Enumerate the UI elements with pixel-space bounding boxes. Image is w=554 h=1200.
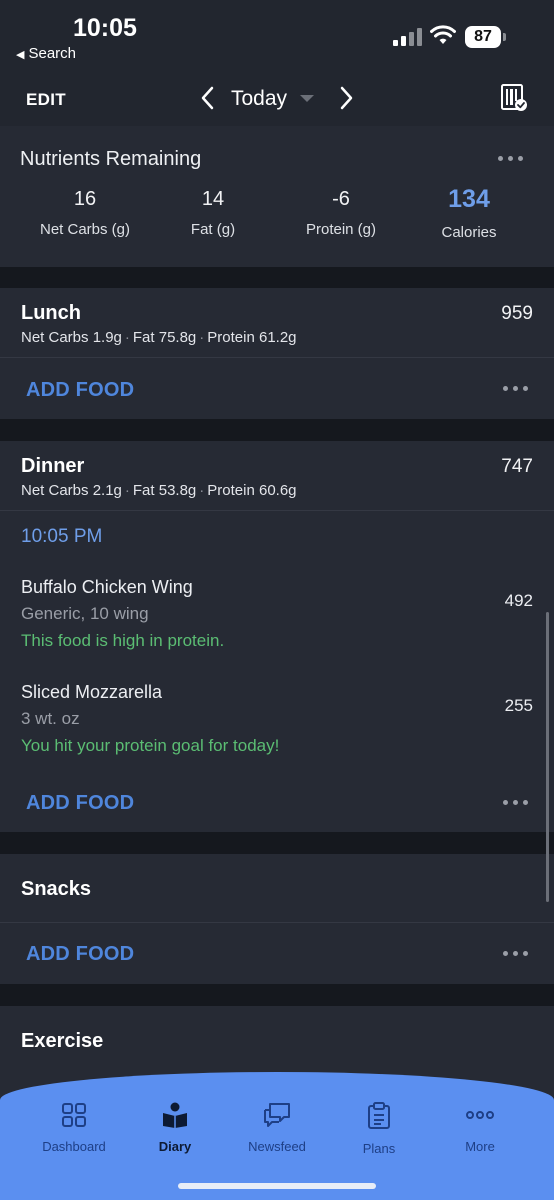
protein-value: -6 bbox=[332, 188, 350, 210]
diary-header: EDIT Today bbox=[0, 72, 554, 126]
dinner-protein: Protein 60.6g bbox=[207, 482, 297, 499]
dinner-divider bbox=[0, 510, 554, 511]
lunch-card: Lunch 959 Net Carbs 1.9g · Fat 75.8g · Prote… bbox=[0, 288, 554, 419]
fat-label: Fat (g) bbox=[190, 221, 236, 238]
food-calories: 255 bbox=[504, 696, 533, 715]
barcode-scan-icon[interactable] bbox=[500, 83, 528, 113]
chevron-right-icon[interactable] bbox=[336, 84, 356, 112]
chevron-left-icon[interactable] bbox=[198, 84, 218, 112]
snacks-more-icon[interactable] bbox=[503, 951, 528, 956]
dinner-more-icon[interactable] bbox=[503, 800, 528, 805]
snacks-divider bbox=[0, 922, 554, 923]
lunch-divider bbox=[0, 357, 554, 358]
lunch-add-food-button[interactable]: ADD FOOD bbox=[26, 379, 134, 402]
status-bar: 10:05 ◀ Search 87 bbox=[0, 0, 554, 72]
home-indicator[interactable] bbox=[178, 1183, 376, 1189]
tab-label: More bbox=[465, 1139, 495, 1154]
wifi-icon bbox=[430, 25, 456, 44]
tab-dashboard[interactable]: Dashboard bbox=[24, 1102, 124, 1154]
fat-value: 14 bbox=[201, 188, 225, 210]
dinner-add-food-button[interactable]: ADD FOOD bbox=[26, 792, 134, 815]
snacks-add-food-button[interactable]: ADD FOOD bbox=[26, 943, 134, 966]
net-carbs-value: 16 bbox=[73, 188, 97, 210]
diary-book-icon bbox=[163, 1102, 187, 1128]
calories-label: Calories bbox=[441, 224, 497, 241]
back-triangle-icon: ◀ bbox=[16, 49, 25, 61]
lunch-protein: Protein 61.2g bbox=[207, 329, 297, 346]
tab-diary[interactable]: Diary bbox=[125, 1102, 225, 1154]
lunch-fat: Fat 75.8g bbox=[132, 329, 197, 346]
tab-more[interactable]: More bbox=[430, 1102, 530, 1154]
snacks-card: Snacks ADD FOOD bbox=[0, 854, 554, 984]
calories-value: 134 bbox=[448, 185, 490, 213]
dinner-fat: Fat 53.8g bbox=[132, 482, 197, 499]
net-carbs-column: 16 Net Carbs (g) bbox=[20, 188, 150, 238]
tab-label: Dashboard bbox=[42, 1139, 106, 1154]
lunch-net-carbs: Net Carbs 1.9g bbox=[21, 329, 122, 346]
newsfeed-chat-icon bbox=[264, 1103, 290, 1127]
tab-label: Diary bbox=[158, 1139, 192, 1154]
lunch-macros: Net Carbs 1.9g · Fat 75.8g · Protein 61.2g bbox=[21, 329, 297, 346]
battery-indicator: 87 bbox=[465, 26, 501, 48]
dinner-card: Dinner 747 Net Carbs 2.1g · Fat 53.8g · Prot… bbox=[0, 441, 554, 832]
food-name: Sliced Mozzarella bbox=[21, 682, 163, 702]
snacks-title[interactable]: Snacks bbox=[21, 878, 91, 901]
net-carbs-label: Net Carbs (g) bbox=[39, 221, 131, 238]
exercise-title[interactable]: Exercise bbox=[21, 1030, 103, 1053]
lunch-more-icon[interactable] bbox=[503, 386, 528, 391]
food-name: Buffalo Chicken Wing bbox=[21, 577, 193, 597]
dinner-title[interactable]: Dinner bbox=[21, 455, 84, 478]
tab-plans[interactable]: Plans bbox=[329, 1102, 429, 1156]
tab-label: Newsfeed bbox=[248, 1139, 306, 1154]
battery-tip bbox=[503, 33, 506, 41]
edit-button[interactable]: EDIT bbox=[26, 90, 66, 110]
dinner-time-label[interactable]: 10:05 PM bbox=[21, 526, 102, 548]
date-dropdown-caret-icon[interactable] bbox=[300, 95, 314, 102]
lunch-title[interactable]: Lunch bbox=[21, 302, 81, 325]
back-search-label: Search bbox=[28, 45, 76, 62]
lunch-calories: 959 bbox=[501, 303, 533, 324]
dinner-macros: Net Carbs 2.1g · Fat 53.8g · Protein 60.6g bbox=[21, 482, 297, 499]
food-calories: 492 bbox=[504, 591, 533, 610]
tab-label: Plans bbox=[362, 1141, 396, 1156]
back-to-search-link[interactable]: ◀ Search bbox=[16, 45, 76, 62]
dinner-calories: 747 bbox=[501, 456, 533, 477]
date-selector[interactable]: Today bbox=[231, 87, 287, 111]
protein-column: -6 Protein (g) bbox=[276, 188, 406, 238]
protein-label: Protein (g) bbox=[305, 221, 377, 238]
nutrients-more-icon[interactable] bbox=[498, 156, 523, 161]
calories-column: 134 Calories bbox=[404, 185, 534, 241]
dashboard-grid-icon bbox=[62, 1103, 86, 1127]
plans-clipboard-icon bbox=[368, 1102, 390, 1129]
food-detail: Generic, 10 wing bbox=[21, 604, 149, 623]
nutrients-remaining-card: Nutrients Remaining 16 Net Carbs (g) 14 … bbox=[0, 126, 554, 267]
dinner-net-carbs: Net Carbs 2.1g bbox=[21, 482, 122, 499]
food-detail: 3 wt. oz bbox=[21, 709, 80, 728]
more-dots-icon bbox=[466, 1111, 494, 1119]
status-time: 10:05 bbox=[73, 14, 137, 42]
nutrients-title: Nutrients Remaining bbox=[20, 148, 202, 170]
tab-newsfeed[interactable]: Newsfeed bbox=[227, 1102, 327, 1154]
tab-bar: Dashboard Diary Newsfeed Plans More bbox=[0, 1072, 554, 1200]
food-note: This food is high in protein. bbox=[21, 631, 225, 650]
scrollbar[interactable] bbox=[546, 612, 549, 902]
fat-column: 14 Fat (g) bbox=[148, 188, 278, 238]
cellular-signal-icon bbox=[393, 26, 423, 46]
food-note: You hit your protein goal for today! bbox=[21, 736, 280, 755]
